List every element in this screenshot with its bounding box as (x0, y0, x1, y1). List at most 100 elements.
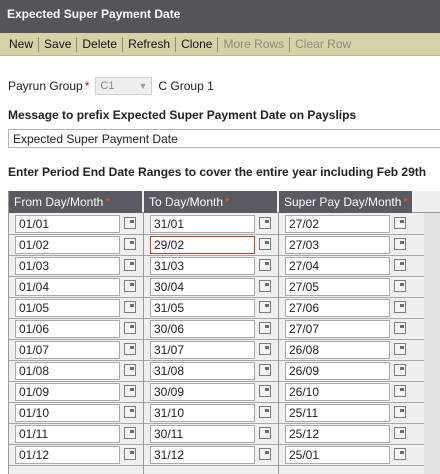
calendar-icon[interactable] (259, 217, 271, 229)
calendar-icon[interactable] (124, 364, 136, 376)
calendar-icon[interactable] (124, 448, 136, 460)
calendar-icon[interactable] (124, 259, 136, 271)
to-date-input[interactable]: 30/06 (150, 320, 255, 338)
to-date-input[interactable]: 31/08 (150, 362, 255, 380)
super-pay-date-input[interactable]: 26/10 (285, 383, 390, 401)
calendar-icon[interactable] (259, 280, 271, 292)
from-date-input[interactable]: 01/03 (15, 257, 120, 275)
calendar-icon[interactable] (394, 217, 406, 229)
table-row: 01/12 31/12 25/01 (9, 445, 440, 466)
to-date-input[interactable]: 30/11 (150, 425, 255, 443)
table-row: 01/04 30/04 27/05 (9, 277, 440, 298)
calendar-icon[interactable] (124, 385, 136, 397)
to-date-input[interactable]: 30/04 (150, 278, 255, 296)
calendar-icon[interactable] (394, 427, 406, 439)
from-date-input[interactable]: 01/05 (15, 299, 120, 317)
column-header-to-label: To Day/Month (149, 195, 224, 209)
from-date-input[interactable]: 01/09 (15, 383, 120, 401)
delete-button[interactable]: Delete (77, 37, 122, 51)
to-date-input[interactable]: 31/05 (150, 299, 255, 317)
super-pay-date-input[interactable]: 25/11 (285, 404, 390, 422)
table-row: 01/11 30/11 25/12 (9, 424, 440, 445)
calendar-icon[interactable] (394, 385, 406, 397)
more-rows-button[interactable]: More Rows (218, 37, 289, 51)
super-pay-date-input[interactable]: 25/12 (285, 425, 390, 443)
calendar-icon[interactable] (259, 406, 271, 418)
calendar-icon[interactable] (394, 301, 406, 313)
calendar-icon[interactable] (259, 259, 271, 271)
payrun-group-select[interactable]: C1 ▼ (95, 77, 153, 95)
calendar-icon[interactable] (259, 427, 271, 439)
clone-button[interactable]: Clone (176, 37, 217, 51)
calendar-icon[interactable] (259, 238, 271, 250)
calendar-icon[interactable] (394, 238, 406, 250)
to-date-input[interactable]: 29/02 (150, 236, 255, 254)
required-marker: * (225, 195, 230, 209)
from-date-input[interactable]: 01/11 (15, 425, 120, 443)
required-marker: * (105, 195, 111, 209)
to-date-input[interactable]: 31/12 (150, 446, 255, 464)
save-button[interactable]: Save (39, 37, 76, 51)
from-date-input[interactable]: 01/02 (15, 236, 120, 254)
from-date-input[interactable]: 01/12 (15, 446, 120, 464)
refresh-button[interactable]: Refresh (123, 37, 175, 51)
from-date-input[interactable]: 01/04 (15, 278, 120, 296)
calendar-icon[interactable] (394, 322, 406, 334)
to-date-input[interactable]: 31/01 (150, 215, 255, 233)
payrun-group-label: Payrun Group (8, 79, 83, 93)
calendar-icon[interactable] (124, 280, 136, 292)
calendar-icon[interactable] (259, 448, 271, 460)
table-row: 01/01 31/01 27/02 (9, 214, 440, 235)
calendar-icon[interactable] (124, 322, 136, 334)
calendar-icon[interactable] (124, 238, 136, 250)
super-pay-date-input[interactable]: 27/02 (285, 215, 390, 233)
from-date-input[interactable]: 01/07 (15, 341, 120, 359)
payrun-group-name: C Group 1 (158, 79, 214, 93)
super-pay-date-input[interactable]: 26/08 (285, 341, 390, 359)
grid-scrollbar[interactable] (424, 213, 440, 474)
new-button[interactable]: New (4, 37, 38, 51)
required-marker: * (84, 79, 90, 93)
column-header-super-pay[interactable]: Super Pay Day/Month * (279, 191, 412, 213)
calendar-icon[interactable] (259, 322, 271, 334)
calendar-icon[interactable] (124, 301, 136, 313)
window-title: Expected Super Payment Date (0, 0, 440, 33)
column-header-from[interactable]: From Day/Month * (9, 191, 142, 213)
calendar-icon[interactable] (394, 343, 406, 355)
from-date-input[interactable]: 01/01 (15, 215, 120, 233)
calendar-icon[interactable] (259, 385, 271, 397)
calendar-icon[interactable] (394, 406, 406, 418)
to-date-input[interactable]: 31/03 (150, 257, 255, 275)
clear-row-button[interactable]: Clear Row (290, 37, 356, 51)
super-pay-date-input[interactable]: 27/04 (285, 257, 390, 275)
super-pay-date-input[interactable]: 27/05 (285, 278, 390, 296)
from-date-input[interactable]: 01/08 (15, 362, 120, 380)
super-pay-date-input[interactable]: 27/03 (285, 236, 390, 254)
calendar-icon[interactable] (124, 343, 136, 355)
super-pay-date-input[interactable]: 26/09 (285, 362, 390, 380)
calendar-icon[interactable] (259, 343, 271, 355)
column-header-to[interactable]: To Day/Month * (144, 191, 277, 213)
column-header-from-label: From Day/Month (14, 195, 104, 209)
calendar-icon[interactable] (259, 364, 271, 376)
calendar-icon[interactable] (259, 301, 271, 313)
calendar-icon[interactable] (124, 406, 136, 418)
from-date-input[interactable]: 01/10 (15, 404, 120, 422)
super-pay-date-input[interactable]: 27/07 (285, 320, 390, 338)
super-pay-date-input[interactable]: 25/01 (285, 446, 390, 464)
calendar-icon[interactable] (124, 427, 136, 439)
to-date-input[interactable]: 30/09 (150, 383, 255, 401)
calendar-icon[interactable] (394, 259, 406, 271)
calendar-icon[interactable] (394, 448, 406, 460)
from-date-input[interactable]: 01/06 (15, 320, 120, 338)
to-date-input[interactable]: 31/07 (150, 341, 255, 359)
payrun-group-value: C1 (100, 80, 115, 92)
to-date-input[interactable]: 31/10 (150, 404, 255, 422)
column-header-super-pay-label: Super Pay Day/Month (284, 195, 402, 209)
super-pay-date-input[interactable]: 27/06 (285, 299, 390, 317)
calendar-icon[interactable] (394, 280, 406, 292)
payrun-group-row: Payrun Group * C1 ▼ C Group 1 (8, 76, 214, 96)
calendar-icon[interactable] (394, 364, 406, 376)
message-prefix-input[interactable] (8, 129, 440, 148)
calendar-icon[interactable] (124, 217, 136, 229)
